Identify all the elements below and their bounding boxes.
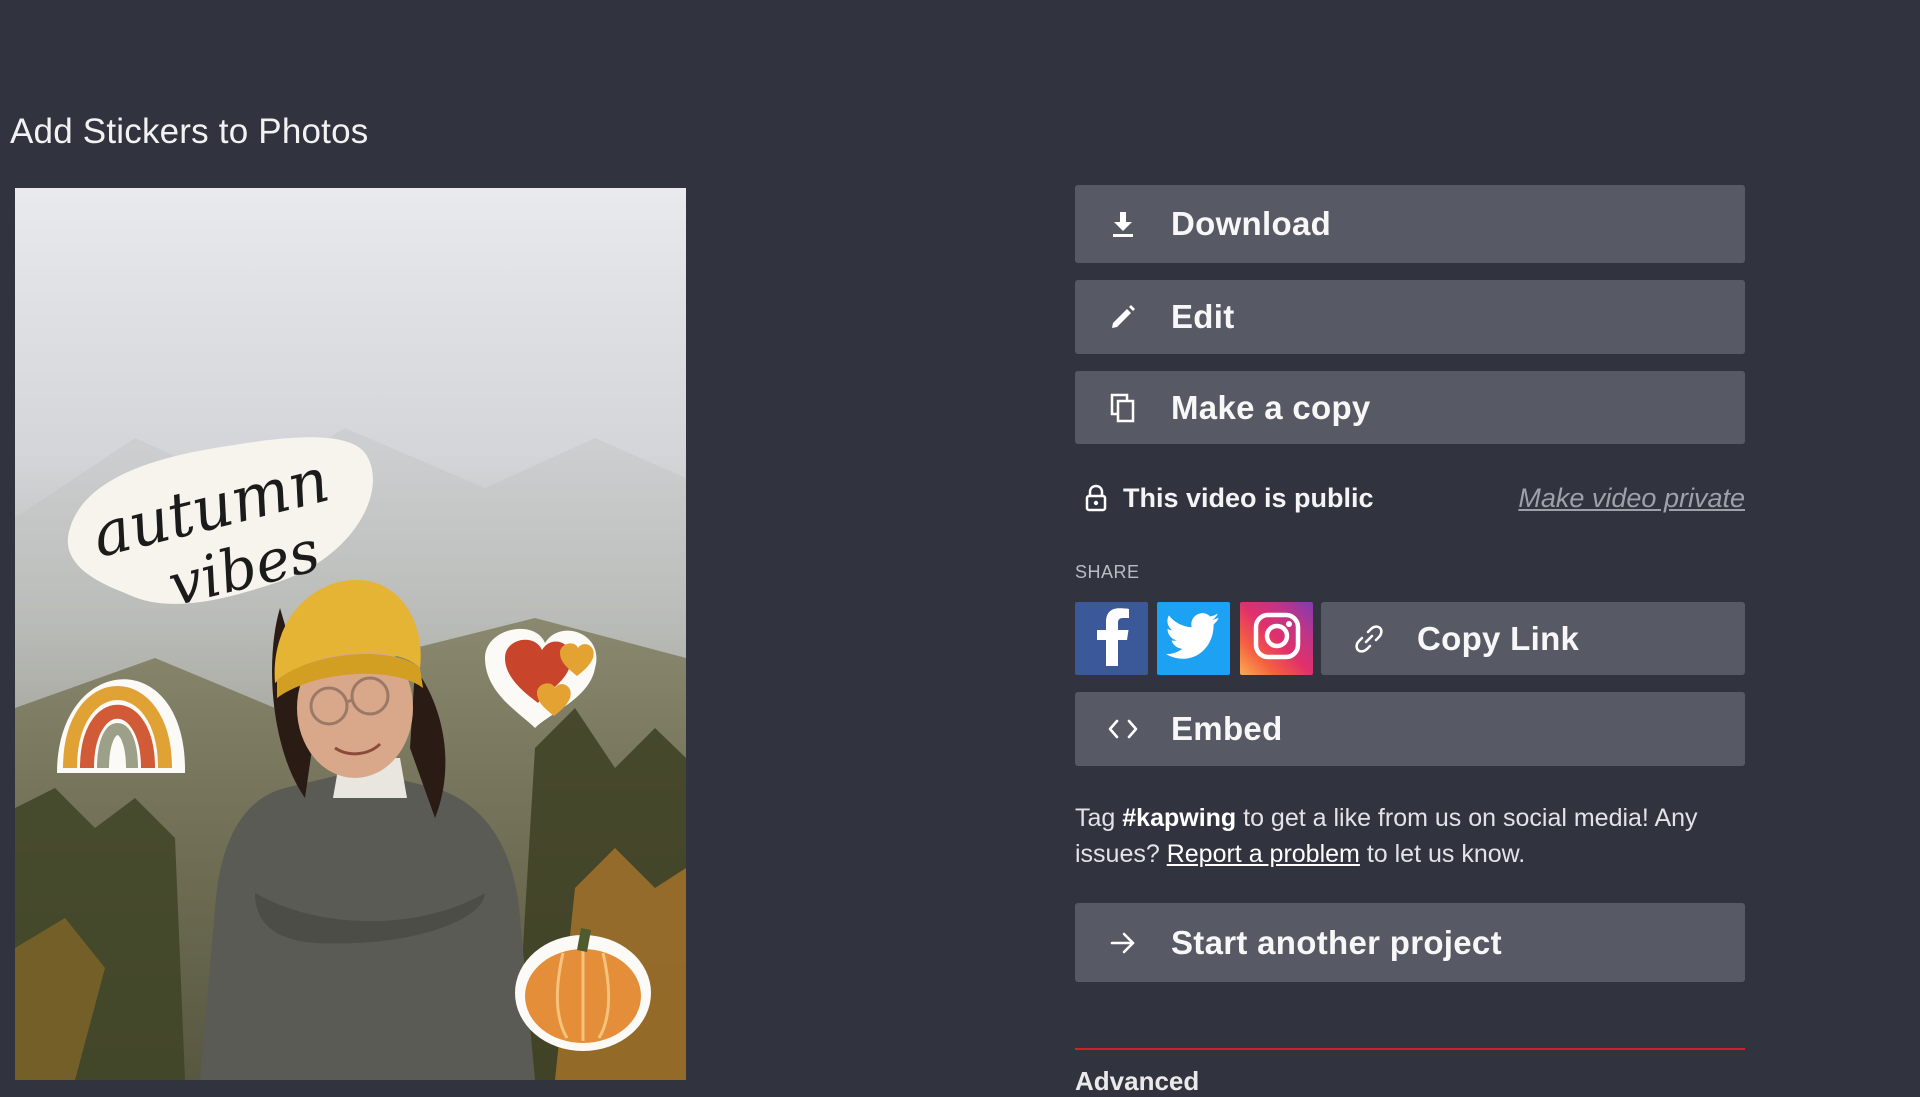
info-text: Tag #kapwing to get a like from us on so… <box>1075 800 1745 872</box>
copy-icon <box>1075 393 1171 423</box>
copy-link-label: Copy Link <box>1417 619 1580 657</box>
advanced-heading: Advanced <box>1075 1066 1200 1096</box>
page-title: Add Stickers to Photos <box>10 112 369 151</box>
pencil-icon <box>1075 303 1171 331</box>
privacy-status: This video is public <box>1123 482 1374 513</box>
edit-label: Edit <box>1171 298 1235 335</box>
facebook-share-button[interactable] <box>1075 602 1148 675</box>
info-prefix: Tag <box>1075 804 1123 832</box>
preview-image: autumn vibes <box>15 188 686 1080</box>
twitter-icon <box>1165 613 1222 664</box>
embed-label: Embed <box>1171 710 1283 747</box>
lock-icon <box>1073 484 1119 512</box>
make-copy-label: Make a copy <box>1171 388 1371 426</box>
arrow-right-icon <box>1075 931 1171 955</box>
edit-button[interactable]: Edit <box>1075 280 1745 354</box>
share-heading: SHARE <box>1075 562 1140 582</box>
embed-button[interactable]: Embed <box>1075 692 1745 766</box>
make-private-link[interactable]: Make video private <box>1518 483 1745 514</box>
code-icon <box>1075 717 1171 741</box>
copy-link-button[interactable]: Copy Link <box>1321 602 1745 675</box>
privacy-row: This video is public Make video private <box>1075 478 1745 518</box>
instagram-share-button[interactable] <box>1240 602 1313 675</box>
download-button[interactable]: Download <box>1075 185 1745 263</box>
facebook-icon <box>1090 606 1134 671</box>
report-problem-link[interactable]: Report a problem <box>1167 840 1360 868</box>
download-label: Download <box>1171 205 1332 242</box>
make-copy-button[interactable]: Make a copy <box>1075 371 1745 444</box>
twitter-share-button[interactable] <box>1157 602 1230 675</box>
download-icon <box>1075 210 1171 238</box>
info-suffix: to let us know. <box>1359 840 1526 868</box>
section-divider <box>1075 1048 1745 1050</box>
link-icon <box>1321 623 1417 655</box>
instagram-icon <box>1252 611 1302 666</box>
start-another-project-button[interactable]: Start another project <box>1075 903 1745 982</box>
hashtag: #kapwing <box>1122 804 1237 832</box>
start-another-project-label: Start another project <box>1171 923 1502 961</box>
